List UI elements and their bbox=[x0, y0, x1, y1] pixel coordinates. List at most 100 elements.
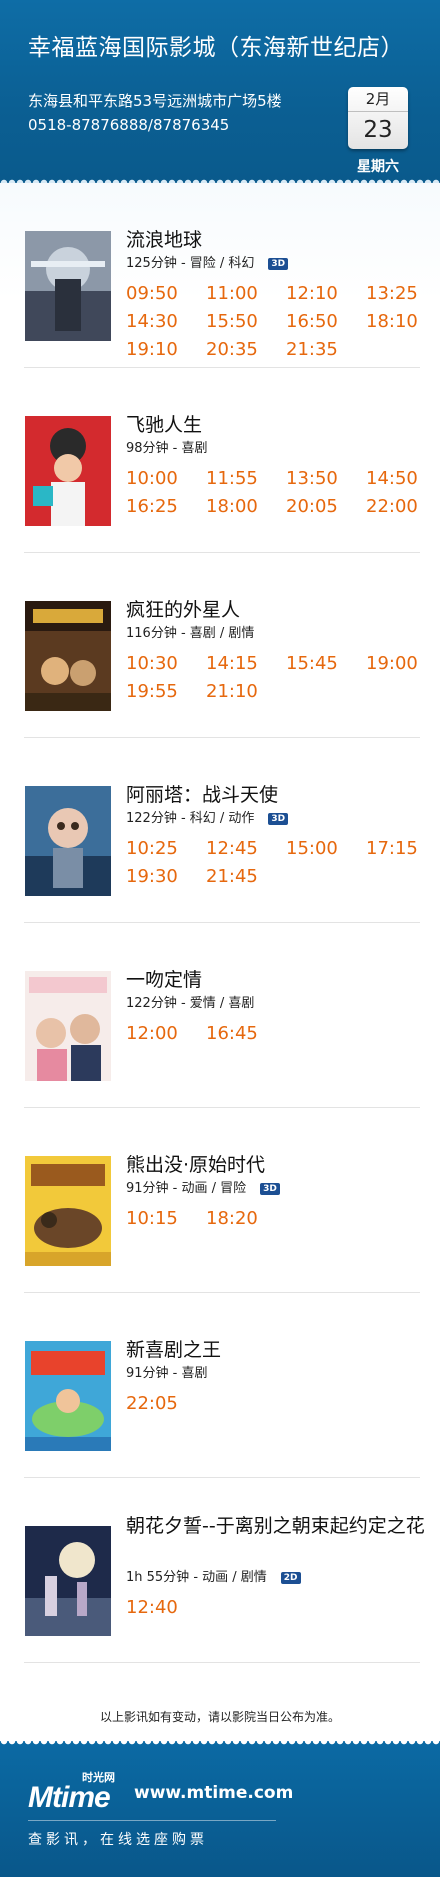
movie-info: 91分钟 - 动画 / 冒险 3D bbox=[126, 1177, 280, 1196]
showtime[interactable]: 10:25 bbox=[126, 835, 206, 863]
movie-info: 98分钟 - 喜剧 bbox=[126, 437, 208, 456]
showtime[interactable]: 13:25 bbox=[366, 280, 422, 308]
showtime[interactable]: 10:00 bbox=[126, 465, 206, 493]
showtime[interactable]: 10:30 bbox=[126, 650, 206, 678]
showtimes: 12:40 bbox=[126, 1594, 426, 1622]
showtime[interactable]: 20:05 bbox=[286, 493, 366, 521]
movie-title[interactable]: 新喜剧之王 bbox=[126, 1335, 221, 1362]
showtimes: 10:00 11:55 13:50 14:50 16:25 18:00 20:05 22:00 bbox=[126, 465, 426, 521]
showtime[interactable]: 22:00 bbox=[366, 493, 422, 521]
showtime[interactable]: 11:55 bbox=[206, 465, 286, 493]
showtimes: 12:00 16:45 bbox=[126, 1020, 426, 1048]
showtime[interactable]: 20:35 bbox=[206, 336, 286, 364]
site-link[interactable]: www.mtime.com bbox=[134, 1783, 293, 1803]
movie-duration-genre: 122分钟 - 科幻 / 动作 bbox=[126, 811, 255, 826]
movie-duration-genre: 1h 55分钟 - 动画 / 剧情 bbox=[126, 1570, 267, 1585]
showtime[interactable]: 21:45 bbox=[206, 863, 286, 891]
movie-title[interactable]: 熊出没·原始时代 bbox=[126, 1150, 265, 1177]
showtime[interactable]: 12:45 bbox=[206, 835, 286, 863]
showtime[interactable]: 16:50 bbox=[286, 308, 366, 336]
showtime[interactable]: 12:10 bbox=[286, 280, 366, 308]
schedule-page: 幸福蓝海国际影城（东海新世纪店） 东海县和平东路53号远洲城市广场5楼 0518… bbox=[0, 0, 440, 1877]
movie-item: 疯狂的外星人 116分钟 - 喜剧 / 剧情 10:30 14:15 15:45 19… bbox=[0, 553, 440, 738]
movie-item: 阿丽塔：战斗天使 122分钟 - 科幻 / 动作 3D 10:25 12:45 15:… bbox=[0, 738, 440, 923]
showtime[interactable]: 14:15 bbox=[206, 650, 286, 678]
movie-info: 122分钟 - 科幻 / 动作 3D bbox=[126, 807, 289, 826]
showtime[interactable]: 18:10 bbox=[366, 308, 422, 336]
showtime[interactable]: 21:35 bbox=[286, 336, 366, 364]
showtimes: 09:50 11:00 12:10 13:25 14:30 15:50 16:50 18:10… bbox=[126, 280, 426, 364]
showtime[interactable]: 14:30 bbox=[126, 308, 206, 336]
movie-poster[interactable] bbox=[25, 786, 111, 896]
movie-poster[interactable] bbox=[25, 1526, 111, 1636]
showtime[interactable]: 19:00 bbox=[366, 650, 422, 678]
movie-title[interactable]: 疯狂的外星人 bbox=[126, 595, 240, 622]
movie-title[interactable]: 一吻定情 bbox=[126, 965, 202, 992]
movie-info: 1h 55分钟 - 动画 / 剧情 2D bbox=[126, 1566, 301, 1585]
schedule-notice: 以上影讯如有变动，请以影院当日公布为准。 bbox=[99, 1710, 340, 1724]
showtime[interactable]: 18:20 bbox=[206, 1205, 286, 1233]
showtime[interactable]: 17:15 bbox=[366, 835, 422, 863]
movie-title[interactable]: 朝花夕誓--于离别之朝束起约定之花 bbox=[126, 1514, 440, 1538]
showtimes: 10:25 12:45 15:00 17:15 19:30 21:45 bbox=[126, 835, 426, 891]
logo-wordmark: Mtime bbox=[28, 1781, 111, 1814]
movie-item: 新喜剧之王 91分钟 - 喜剧 22:05 bbox=[0, 1293, 440, 1478]
showtime[interactable]: 16:45 bbox=[206, 1020, 286, 1048]
movie-duration-genre: 91分钟 - 喜剧 bbox=[126, 1366, 208, 1381]
movie-poster[interactable] bbox=[25, 231, 111, 341]
showtime[interactable]: 14:50 bbox=[366, 465, 422, 493]
showtimes: 22:05 bbox=[126, 1390, 426, 1418]
footer-slogan: 查影讯，在线选座购票 bbox=[28, 1832, 208, 1848]
movie-duration-genre: 125分钟 - 冒险 / 科幻 bbox=[126, 256, 255, 271]
showtimes: 10:30 14:15 15:45 19:00 19:55 21:10 bbox=[126, 650, 426, 706]
cinema-header: 幸福蓝海国际影城（东海新世纪店） 东海县和平东路53号远洲城市广场5楼 0518… bbox=[0, 0, 440, 183]
showtime[interactable]: 12:00 bbox=[126, 1020, 206, 1048]
movie-title[interactable]: 飞驰人生 bbox=[126, 410, 202, 437]
mtime-logo[interactable]: 时光网 Mtime bbox=[28, 1771, 128, 1814]
movie-item: 朝花夕誓--于离别之朝束起约定之花 1h 55分钟 - 动画 / 剧情 2D 12… bbox=[0, 1478, 440, 1663]
showtime[interactable]: 21:10 bbox=[206, 678, 286, 706]
divider bbox=[24, 1662, 420, 1663]
movie-info: 122分钟 - 爱情 / 喜剧 bbox=[126, 992, 254, 1011]
movie-duration-genre: 91分钟 - 动画 / 冒险 bbox=[126, 1181, 247, 1196]
movie-info: 125分钟 - 冒险 / 科幻 3D bbox=[126, 252, 289, 271]
showtime[interactable]: 19:55 bbox=[126, 678, 206, 706]
showtime[interactable]: 18:00 bbox=[206, 493, 286, 521]
movie-list: 流浪地球 125分钟 - 冒险 / 科幻 3D 09:50 11:00 12:10 13… bbox=[0, 183, 440, 1663]
footer-divider bbox=[28, 1820, 276, 1821]
showtime[interactable]: 12:40 bbox=[126, 1594, 206, 1622]
date-month: 2月 bbox=[348, 87, 408, 112]
movie-duration-genre: 116分钟 - 喜剧 / 剧情 bbox=[126, 626, 255, 641]
date-day: 23 bbox=[363, 117, 393, 143]
cinema-address: 东海县和平东路53号远洲城市广场5楼 bbox=[28, 92, 282, 110]
showtime[interactable]: 15:00 bbox=[286, 835, 366, 863]
format-3d-badge: 3D bbox=[268, 813, 289, 825]
movie-item: 一吻定情 122分钟 - 爱情 / 喜剧 12:00 16:45 bbox=[0, 923, 440, 1108]
showtime[interactable]: 22:05 bbox=[126, 1390, 206, 1418]
showtimes: 10:15 18:20 bbox=[126, 1205, 426, 1233]
showtime[interactable]: 19:10 bbox=[126, 336, 206, 364]
showtime[interactable]: 09:50 bbox=[126, 280, 206, 308]
showtime[interactable]: 15:50 bbox=[206, 308, 286, 336]
showtime[interactable]: 15:45 bbox=[286, 650, 366, 678]
movie-poster[interactable] bbox=[25, 416, 111, 526]
showtime[interactable]: 10:15 bbox=[126, 1205, 206, 1233]
movie-poster[interactable] bbox=[25, 1341, 111, 1451]
movie-item: 流浪地球 125分钟 - 冒险 / 科幻 3D 09:50 11:00 12:10 13… bbox=[0, 183, 440, 368]
movie-title[interactable]: 阿丽塔：战斗天使 bbox=[126, 780, 278, 807]
movie-item: 熊出没·原始时代 91分钟 - 动画 / 冒险 3D 10:15 18:20 bbox=[0, 1108, 440, 1293]
showtime[interactable]: 11:00 bbox=[206, 280, 286, 308]
calendar-icon: 2月 23 bbox=[348, 87, 408, 149]
movie-poster[interactable] bbox=[25, 971, 111, 1081]
showtime[interactable]: 13:50 bbox=[286, 465, 366, 493]
movie-poster[interactable] bbox=[25, 1156, 111, 1266]
footer-zigzag-edge bbox=[0, 1741, 440, 1749]
cinema-phone: 0518-87876888/87876345 bbox=[28, 116, 230, 134]
showtime[interactable]: 16:25 bbox=[126, 493, 206, 521]
movie-poster[interactable] bbox=[25, 601, 111, 711]
showtime[interactable]: 19:30 bbox=[126, 863, 206, 891]
footer-banner: 时光网 Mtime www.mtime.com 查影讯，在线选座购票 bbox=[0, 1741, 440, 1877]
format-2d-badge: 2D bbox=[280, 1572, 301, 1584]
movie-title[interactable]: 流浪地球 bbox=[126, 225, 202, 252]
movie-duration-genre: 122分钟 - 爱情 / 喜剧 bbox=[126, 996, 255, 1011]
